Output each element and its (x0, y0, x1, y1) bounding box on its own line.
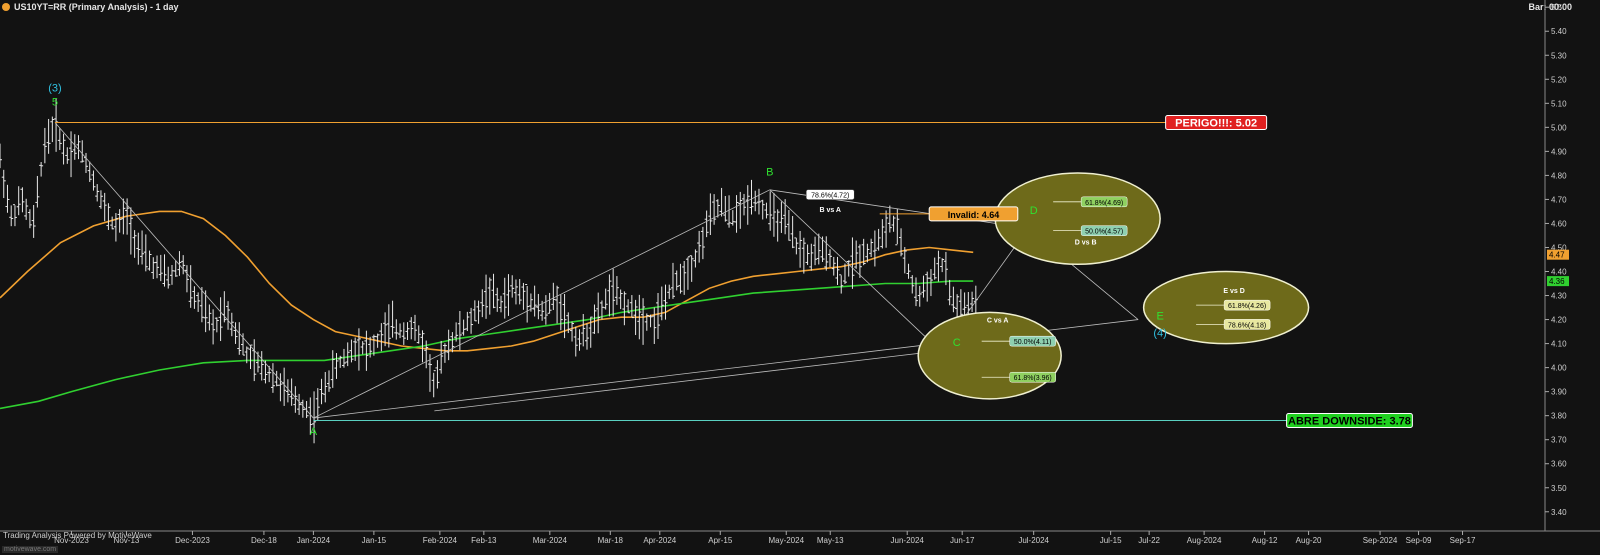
y-tick-label: 5.00 (1551, 123, 1567, 132)
x-tick-label: Mar-18 (598, 536, 624, 545)
x-tick-label: May-2024 (768, 536, 804, 545)
y-tick-label: 4.30 (1551, 292, 1567, 301)
x-tick-label: Jul-15 (1100, 536, 1122, 545)
wave-label: A (310, 426, 318, 438)
x-tick-label: Feb-13 (471, 536, 497, 545)
y-tick-label: 5.30 (1551, 51, 1567, 60)
y-tick-label: 4.90 (1551, 147, 1567, 156)
x-tick-label: Jun-2024 (891, 536, 925, 545)
wave-label: 5 (52, 97, 58, 109)
x-tick-label: Jan-2024 (297, 536, 331, 545)
x-tick-label: Feb-2024 (423, 536, 458, 545)
level-label: ABRE DOWNSIDE: 3.78 (1288, 415, 1411, 427)
target-level-label: 61.8%(3.96) (1014, 375, 1052, 382)
y-tick-label: 3.70 (1551, 436, 1567, 445)
x-tick-label: Jul-22 (1138, 536, 1160, 545)
powered-by-text: Trading Analysis Powered by MotiveWave (3, 531, 152, 540)
brand-watermark: motivewave.com (2, 546, 59, 553)
x-tick-label: Apr-2024 (643, 536, 676, 545)
y-tick-label: 4.00 (1551, 364, 1567, 373)
y-tick-label: 5.10 (1551, 99, 1567, 108)
target-zone-ellipse (917, 311, 1062, 400)
wave-label: D (1030, 205, 1038, 217)
y-tick-label: 4.40 (1551, 268, 1567, 277)
last-value-label: 4.36 (1549, 277, 1565, 286)
x-tick-label: Aug-12 (1252, 536, 1278, 545)
y-tick-label: 3.90 (1551, 388, 1567, 397)
x-tick-label: Sep-2024 (1363, 536, 1398, 545)
target-zone-title: C vs A (987, 317, 1009, 324)
y-tick-label: 3.80 (1551, 412, 1567, 421)
y-tick-label: 3.40 (1551, 508, 1567, 517)
target-level-label: 61.8%(4.26) (1228, 303, 1266, 310)
wave-label: E (1156, 311, 1163, 323)
moving-average-line-1 (0, 280, 974, 410)
y-tick-label: 3.60 (1551, 460, 1567, 469)
wave-label: B (766, 166, 773, 178)
price-chart[interactable]: 3.40 3.50 3.60 3.70 3.80 3.90 4.00 4.10 4.20 4.30… (0, 0, 1600, 555)
x-tick-label: Apr-15 (708, 536, 733, 545)
y-tick-label: 5.50 (1551, 3, 1567, 12)
x-tick-label: Jul-2024 (1018, 536, 1049, 545)
y-tick-label: 4.80 (1551, 171, 1567, 180)
x-tick-label: Dec-2023 (175, 536, 210, 545)
y-tick-label: 4.20 (1551, 316, 1567, 325)
level-label: Invalid: 4.64 (948, 210, 1000, 220)
x-tick-label: Jun-17 (950, 536, 975, 545)
wave-line (313, 189, 770, 419)
wave-label: (4) (1153, 327, 1166, 339)
target-level-label: 78.6%(4.18) (1228, 322, 1266, 329)
y-tick-label: 4.70 (1551, 195, 1567, 204)
y-tick-label: 4.10 (1551, 340, 1567, 349)
wave-line (434, 350, 941, 412)
moving-average-line-0 (0, 210, 974, 352)
target-level-label: 61.8%(4.69) (1085, 200, 1123, 207)
x-tick-label: Sep-17 (1450, 536, 1476, 545)
target-level-label: 50.0%(4.11) (1014, 339, 1052, 346)
x-tick-label: Dec-18 (251, 536, 277, 545)
last-value-label: 4.47 (1549, 251, 1565, 260)
wave-line (54, 122, 314, 419)
fib-annotation-label: 78.6%(4.72) (811, 193, 849, 200)
y-tick-label: 5.40 (1551, 27, 1567, 36)
x-tick-label: Mar-2024 (533, 536, 568, 545)
target-level-label: 50.0%(4.57) (1085, 229, 1123, 236)
wave-label: (3) (48, 82, 61, 94)
target-zone-title: D vs B (1075, 240, 1097, 247)
x-tick-label: Jan-15 (362, 536, 387, 545)
x-tick-label: Aug-2024 (1187, 536, 1222, 545)
target-zone-title: E vs D (1223, 288, 1244, 295)
x-tick-label: Sep-09 (1406, 536, 1432, 545)
y-tick-label: 3.50 (1551, 484, 1567, 493)
y-tick-label: 5.20 (1551, 75, 1567, 84)
wave-label: C (953, 337, 961, 349)
level-label: PERIGO!!!: 5.02 (1175, 118, 1257, 130)
x-tick-label: Aug-20 (1296, 536, 1322, 545)
target-zone-ellipse (994, 172, 1161, 266)
y-tick-label: 4.60 (1551, 219, 1567, 228)
x-tick-label: May-13 (817, 536, 844, 545)
fib-annotation-title: B vs A (819, 207, 841, 214)
